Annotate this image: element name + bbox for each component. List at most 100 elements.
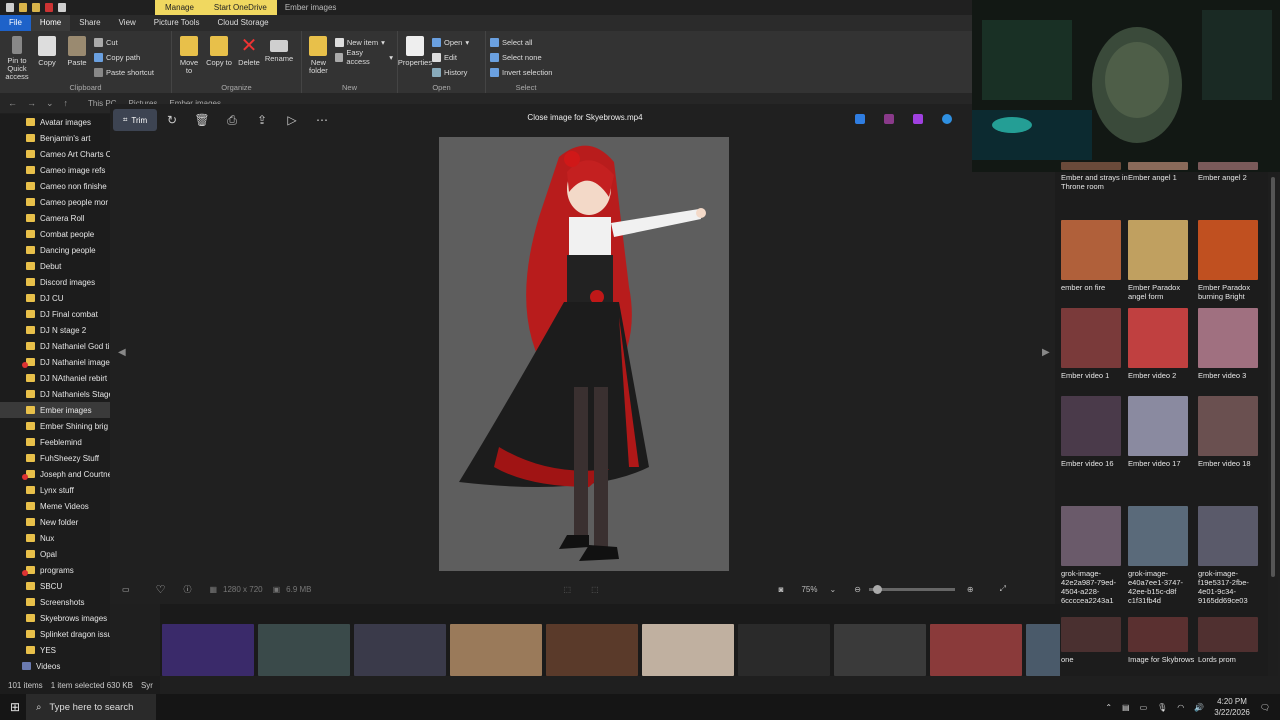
select-all-button[interactable]: Select all xyxy=(490,36,552,48)
folder-icon[interactable] xyxy=(19,3,27,12)
file-tile[interactable]: Image for Skybrows xyxy=(1125,617,1195,664)
nav-item[interactable]: Opal xyxy=(0,546,110,562)
tab-cloud-storage[interactable]: Cloud Storage xyxy=(208,15,277,31)
nav-item[interactable]: Cameo image refs xyxy=(0,162,110,178)
nav-item[interactable]: Ember Shining brig xyxy=(0,418,110,434)
new-folder-icon[interactable] xyxy=(32,3,40,12)
fullscreen-icon[interactable]: ⤢ xyxy=(1000,584,1006,594)
file-tile[interactable]: grok-image-f19e5317-2fbe-4e01-9c34-9165d… xyxy=(1195,506,1265,605)
filmstrip-thumbnail[interactable] xyxy=(642,624,734,676)
nav-item[interactable]: Debut xyxy=(0,258,110,274)
cut-button[interactable]: Cut xyxy=(94,36,154,48)
select-none-button[interactable]: Select none xyxy=(490,51,552,63)
chevron-down-icon[interactable]: ⌄ xyxy=(829,585,836,594)
nav-item[interactable]: DJ NAthaniel rebirt xyxy=(0,370,110,386)
tab-picture-tools[interactable]: Picture Tools xyxy=(145,15,209,31)
nav-item[interactable]: programs xyxy=(0,562,110,578)
nav-item[interactable]: New folder xyxy=(0,514,110,530)
filmstrip-thumbnail[interactable] xyxy=(834,624,926,676)
next-arrow-icon[interactable]: ▶ xyxy=(1042,347,1050,358)
volume-icon[interactable]: 🔊 xyxy=(1194,703,1204,712)
nav-item[interactable]: Splinket dragon issue xyxy=(0,626,110,642)
nav-item[interactable]: Avatar images xyxy=(0,114,110,130)
nav-item[interactable]: Nux xyxy=(0,530,110,546)
file-tile[interactable]: Ember video 16 xyxy=(1058,396,1128,468)
invert-selection-button[interactable]: Invert selection xyxy=(490,66,552,78)
wifi-icon[interactable]: ◠ xyxy=(1177,703,1184,712)
nav-item[interactable]: DJ CU xyxy=(0,290,110,306)
nav-item-selected[interactable]: Ember images xyxy=(0,402,110,418)
network-icon[interactable]: ▤ xyxy=(1122,703,1130,712)
delete-icon[interactable] xyxy=(45,3,53,12)
pin-quick-access-button[interactable]: Pin to Quick access xyxy=(4,34,30,81)
onedrive-icon[interactable] xyxy=(942,114,952,124)
copy-to-button[interactable]: Copy to xyxy=(206,34,232,81)
nav-item[interactable]: SBCU xyxy=(0,578,110,594)
previous-arrow-icon[interactable]: ◀ xyxy=(118,347,126,358)
nav-item[interactable]: DJ Nathaniels Stage xyxy=(0,386,110,402)
designer-icon[interactable] xyxy=(884,114,894,124)
nav-item[interactable]: Dancing people xyxy=(0,242,110,258)
tab-start-onedrive[interactable]: Start OneDrive xyxy=(203,0,277,15)
tab-view[interactable]: View xyxy=(110,15,145,31)
nav-item[interactable]: DJ Nathaniel God ti xyxy=(0,338,110,354)
filmstrip-thumbnail[interactable] xyxy=(354,624,446,676)
nav-item[interactable]: Lynx stuff xyxy=(0,482,110,498)
nav-item[interactable]: DJ N stage 2 xyxy=(0,322,110,338)
history-button[interactable]: History xyxy=(432,66,469,78)
filmstrip-thumbnail[interactable] xyxy=(738,624,830,676)
info-icon[interactable]: ⓘ xyxy=(183,584,191,595)
nav-item[interactable]: Discord images xyxy=(0,274,110,290)
rename-icon[interactable] xyxy=(58,3,66,12)
file-tile[interactable]: Ember and strays in Throne room xyxy=(1058,162,1128,191)
nav-item[interactable]: YES xyxy=(0,642,110,658)
clipchamp-icon[interactable] xyxy=(913,114,923,124)
zoom-in-icon[interactable]: ⊕ xyxy=(967,585,974,594)
nav-item[interactable]: Meme Videos xyxy=(0,498,110,514)
easy-access-button[interactable]: Easy access ▾ xyxy=(334,48,393,66)
nav-item[interactable]: Feeblemind xyxy=(0,434,110,450)
taskbar-search[interactable]: ⌕ Type here to search xyxy=(26,694,157,720)
tab-share[interactable]: Share xyxy=(70,15,109,31)
battery-icon[interactable]: ▭ xyxy=(1140,703,1148,712)
up-arrow-icon[interactable]: ↑ xyxy=(64,98,69,108)
filmstrip-toggle-icon[interactable]: ▭ xyxy=(122,585,130,594)
filmstrip-thumbnail[interactable] xyxy=(450,624,542,676)
nav-item[interactable]: Screenshots xyxy=(0,594,110,610)
chevron-up-icon[interactable]: ⌃ xyxy=(1105,703,1112,712)
file-tile[interactable]: grok-image-42e2a987-79ed-4504-a228-6cccc… xyxy=(1058,506,1128,605)
file-tile[interactable]: Ember angel 2 xyxy=(1195,162,1265,182)
zoom-slider[interactable] xyxy=(868,584,955,594)
nav-item[interactable]: FuhSheezy Stuff xyxy=(0,450,110,466)
filmstrip-thumbnail[interactable] xyxy=(546,624,638,676)
file-tile[interactable]: one xyxy=(1058,617,1128,664)
tab-manage[interactable]: Manage xyxy=(155,0,204,15)
file-tile[interactable]: ember on fire xyxy=(1058,220,1128,292)
file-tile[interactable]: Ember video 2 xyxy=(1125,308,1195,380)
paste-button[interactable]: Paste xyxy=(64,34,90,81)
fit-icon[interactable]: ⬚ xyxy=(591,585,599,594)
tab-home[interactable]: Home xyxy=(30,15,71,31)
notification-icon[interactable]: 🗨 xyxy=(1260,703,1270,712)
file-tile[interactable]: Ember video 18 xyxy=(1195,396,1265,468)
zoom-slider-thumb[interactable] xyxy=(872,584,882,594)
nav-item[interactable]: Skyebrows images xyxy=(0,610,110,626)
file-tile[interactable]: Ember video 3 xyxy=(1195,308,1265,380)
properties-button[interactable]: Properties xyxy=(398,34,432,81)
save-icon[interactable] xyxy=(6,3,14,12)
filmstrip-thumbnail[interactable] xyxy=(1026,624,1060,676)
scrollbar[interactable] xyxy=(1268,172,1278,676)
filmstrip-thumbnail[interactable] xyxy=(930,624,1022,676)
actual-size-icon[interactable]: ◙ xyxy=(779,585,784,594)
file-tile[interactable]: Ember video 17 xyxy=(1125,396,1195,468)
zoom-level[interactable]: 75% xyxy=(801,585,817,594)
paste-shortcut-button[interactable]: Paste shortcut xyxy=(94,66,154,78)
microphone-icon[interactable]: 🎙 xyxy=(1157,703,1167,712)
favorite-heart-icon[interactable]: ♡ xyxy=(156,583,166,596)
crop-icon[interactable]: ⬚ xyxy=(564,585,572,594)
new-item-button[interactable]: New item ▾ xyxy=(334,36,393,48)
nav-item[interactable]: Cameo Art Charts C xyxy=(0,146,110,162)
open-button[interactable]: Open ▾ xyxy=(432,36,469,48)
nav-item[interactable]: DJ Nathaniel image xyxy=(0,354,110,370)
zoom-out-icon[interactable]: ⊖ xyxy=(854,585,861,594)
